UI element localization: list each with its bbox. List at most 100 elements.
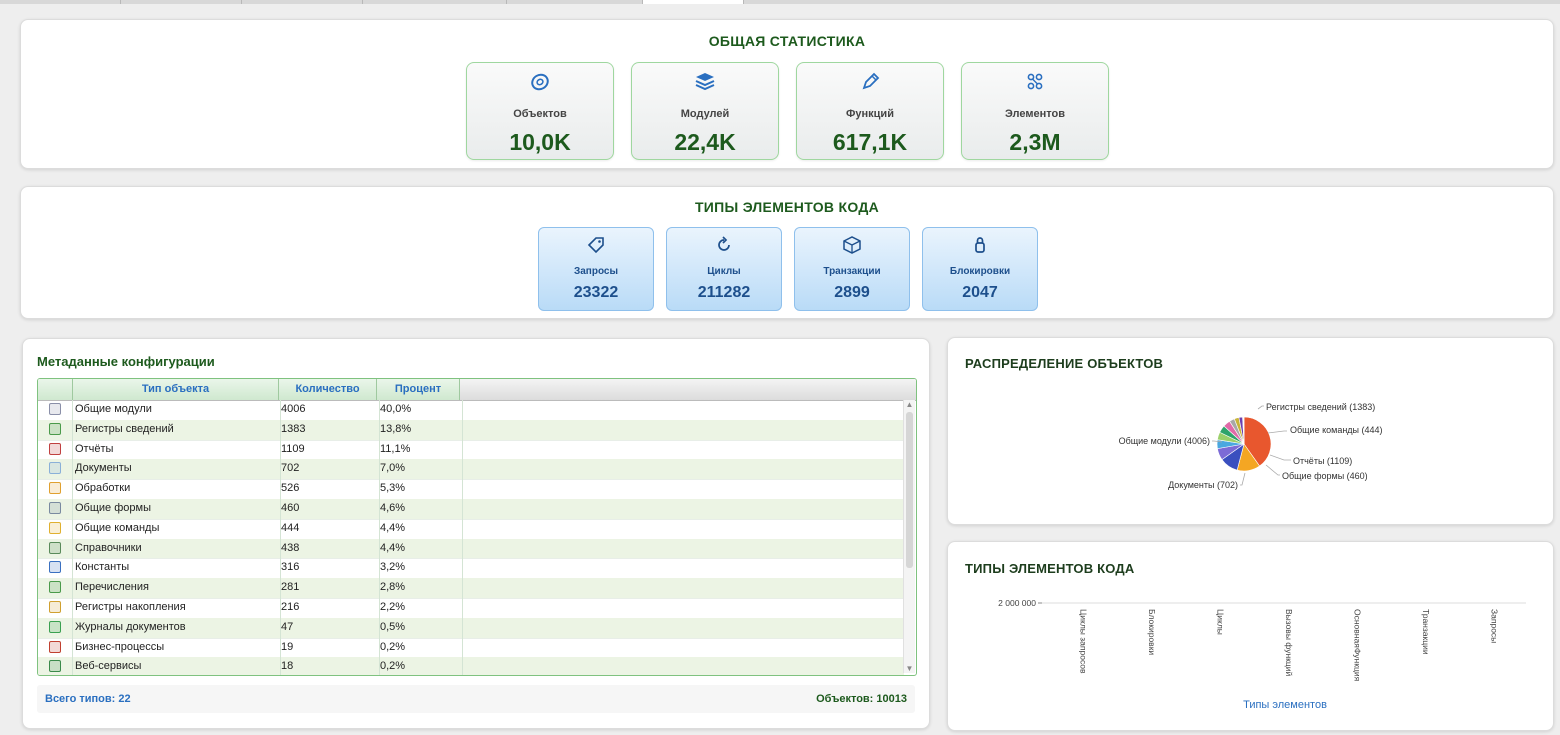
disc-icon bbox=[467, 71, 613, 93]
x-axis-title: Типы элементов bbox=[1243, 699, 1327, 711]
tab[interactable] bbox=[363, 0, 507, 4]
cell-count: 444 bbox=[278, 518, 380, 539]
module-icon bbox=[49, 403, 61, 416]
bar-chart: 2 000 000 Циклы запросов Блокировки Циклы В… bbox=[998, 598, 1526, 711]
x-tick-label: Циклы запросов bbox=[1078, 609, 1088, 674]
table-row[interactable]: Общие модули 4006 40,0% bbox=[38, 400, 904, 421]
tab-active[interactable] bbox=[643, 0, 744, 4]
type-label: Циклы bbox=[707, 266, 741, 277]
cell-type: Общие команды bbox=[73, 518, 281, 539]
row-icon-cell bbox=[38, 499, 73, 519]
pie-label-reports: Отчёты (1109) bbox=[1293, 456, 1352, 466]
type-card-locks: Блокировки 2047 bbox=[922, 227, 1038, 311]
row-icon-cell bbox=[38, 558, 73, 579]
table-row[interactable]: Общие команды 444 4,4% bbox=[38, 518, 904, 540]
table-row[interactable]: Бизнес-процессы 19 0,2% bbox=[38, 637, 904, 659]
metadata-grid[interactable]: Тип объекта Количество Процент Общие мод… bbox=[37, 378, 917, 676]
cell-percent: 11,1% bbox=[377, 439, 463, 460]
pie-label-forms: Общие формы (460) bbox=[1282, 471, 1368, 481]
x-tick-label: Транзакции bbox=[1421, 609, 1431, 655]
command-icon bbox=[49, 521, 61, 534]
stat-label: Объектов bbox=[513, 108, 567, 120]
table-row[interactable]: Журналы документов 47 0,5% bbox=[38, 617, 904, 639]
table-row[interactable]: Отчёты 1109 11,1% bbox=[38, 439, 904, 461]
general-stats-panel: ОБЩАЯ СТАТИСТИКА Объектов 10,0K Модулей … bbox=[20, 19, 1554, 169]
stat-card-elements: Элементов 2,3M bbox=[961, 62, 1109, 160]
table-row[interactable]: Справочники 438 4,4% bbox=[38, 538, 904, 560]
type-card-transactions: Транзакции 2899 bbox=[794, 227, 910, 311]
business-process-icon bbox=[49, 640, 61, 653]
type-card-loops: Циклы 211282 bbox=[666, 227, 782, 311]
scroll-down-icon[interactable]: ▼ bbox=[904, 664, 915, 673]
table-row[interactable]: Константы 316 3,2% bbox=[38, 558, 904, 580]
grid-scrollbar[interactable]: ▲ ▼ bbox=[903, 400, 915, 673]
pie-panel: РАСПРЕДЕЛЕНИЕ ОБЪЕКТОВ Регистры сведений… bbox=[947, 337, 1554, 525]
stat-value: 617,1K bbox=[832, 129, 908, 155]
code-types-panel: ТИПЫ ЭЛЕМЕНТОВ КОДА Запросы 23322 Циклы … bbox=[20, 186, 1554, 319]
cell-count: 526 bbox=[278, 479, 380, 499]
journal-icon bbox=[49, 620, 61, 633]
type-value: 2047 bbox=[962, 284, 998, 301]
tab[interactable] bbox=[121, 0, 242, 4]
table-row[interactable]: Регистры сведений 1383 13,8% bbox=[38, 419, 904, 441]
pie-label-commands: Общие команды (444) bbox=[1290, 425, 1383, 435]
cell-type: Перечисления bbox=[73, 578, 281, 598]
type-label: Транзакции bbox=[823, 266, 881, 277]
cell-type: Отчёты bbox=[73, 439, 281, 460]
constant-icon bbox=[49, 561, 61, 574]
cell-count: 47 bbox=[278, 617, 380, 638]
document-icon bbox=[49, 462, 61, 475]
pencil-icon bbox=[797, 71, 943, 93]
y-tick-label: 2 000 000 bbox=[998, 598, 1036, 608]
cell-count: 19 bbox=[278, 637, 380, 658]
cell-percent: 4,6% bbox=[377, 499, 463, 519]
table-row[interactable]: Документы 702 7,0% bbox=[38, 459, 904, 481]
cell-count: 18 bbox=[278, 657, 380, 675]
header-type[interactable]: Тип объекта bbox=[73, 379, 279, 400]
cell-type: Регистры накопления bbox=[73, 598, 281, 618]
row-icon-cell bbox=[38, 400, 73, 420]
cell-count: 460 bbox=[278, 499, 380, 519]
tab[interactable] bbox=[0, 0, 121, 4]
cell-count: 216 bbox=[278, 598, 380, 618]
grid-footer: Всего типов: 22 Объектов: 10013 bbox=[37, 685, 915, 713]
metadata-panel: Метаданные конфигурации Тип объекта Коли… bbox=[22, 338, 930, 729]
accumulation-icon bbox=[49, 601, 61, 614]
header-percent[interactable]: Процент bbox=[377, 379, 460, 400]
row-icon-cell bbox=[38, 617, 73, 638]
tab[interactable] bbox=[507, 0, 643, 4]
scroll-thumb[interactable] bbox=[906, 412, 913, 568]
grid-header: Тип объекта Количество Процент bbox=[38, 379, 916, 401]
row-icon-cell bbox=[38, 479, 73, 499]
table-row[interactable]: Веб-сервисы 18 0,2% bbox=[38, 657, 904, 675]
refresh-icon bbox=[667, 235, 781, 255]
box-icon bbox=[795, 235, 909, 255]
table-row[interactable]: Регистры накопления 216 2,2% bbox=[38, 598, 904, 619]
stat-card-functions: Функций 617,1K bbox=[796, 62, 944, 160]
x-tick-label: Циклы bbox=[1215, 609, 1225, 635]
cell-count: 1109 bbox=[278, 439, 380, 460]
pie-label-registers: Регистры сведений (1383) bbox=[1266, 402, 1375, 412]
row-icon-cell bbox=[38, 518, 73, 539]
table-row[interactable]: Перечисления 281 2,8% bbox=[38, 578, 904, 599]
tab-strip bbox=[0, 0, 1560, 4]
cell-percent: 40,0% bbox=[377, 400, 463, 420]
scroll-up-icon[interactable]: ▲ bbox=[904, 400, 915, 409]
type-card-queries: Запросы 23322 bbox=[538, 227, 654, 311]
cell-percent: 0,2% bbox=[377, 637, 463, 658]
cell-percent: 4,4% bbox=[377, 538, 463, 559]
cell-percent: 13,8% bbox=[377, 419, 463, 440]
cell-type: Обработки bbox=[73, 479, 281, 499]
form-icon bbox=[49, 502, 61, 515]
register-icon bbox=[49, 422, 61, 435]
row-icon-cell bbox=[38, 439, 73, 460]
code-types-title: ТИПЫ ЭЛЕМЕНТОВ КОДА bbox=[694, 199, 880, 215]
table-row[interactable]: Общие формы 460 4,6% bbox=[38, 499, 904, 520]
total-objects: Объектов: 10013 bbox=[816, 693, 907, 705]
x-tick-label: Блокировки bbox=[1147, 609, 1157, 655]
table-row[interactable]: Обработки 526 5,3% bbox=[38, 479, 904, 500]
cell-percent: 0,2% bbox=[377, 657, 463, 675]
header-count[interactable]: Количество bbox=[279, 379, 377, 400]
tab[interactable] bbox=[242, 0, 363, 4]
x-tick-label: Запросы bbox=[1490, 609, 1500, 643]
